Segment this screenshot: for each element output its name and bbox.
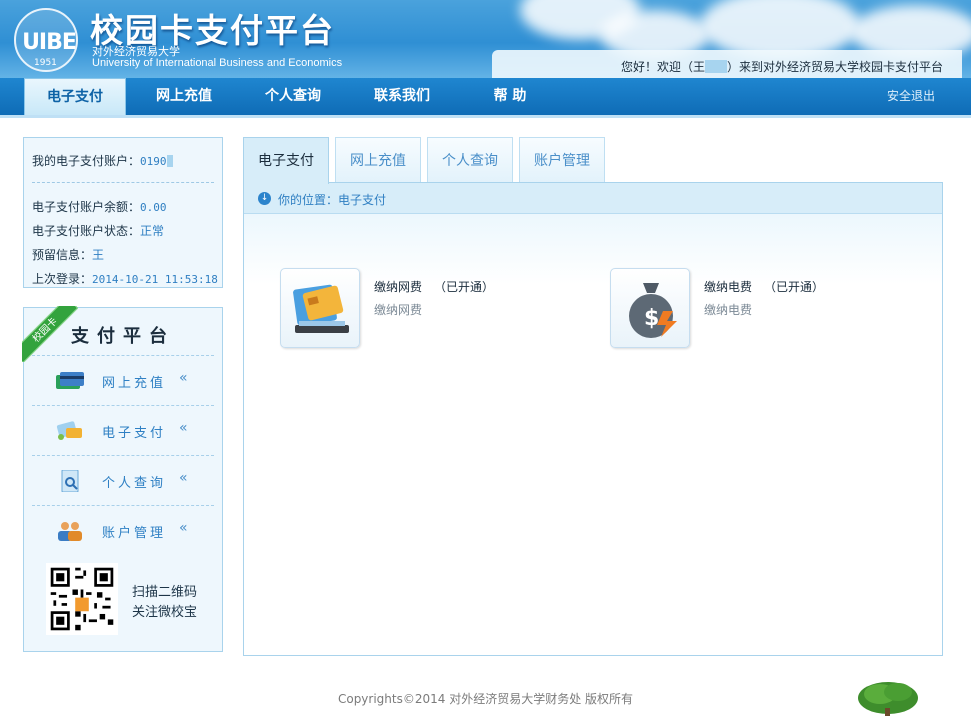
main-nav: 电子支付 网上充值 个人查询 联系我们 帮 助 安全退出	[0, 78, 971, 118]
divider	[32, 182, 214, 183]
account-number-label: 我的电子支付账户：	[32, 154, 141, 168]
double-chevron-left-icon: «	[179, 520, 188, 536]
double-chevron-left-icon: «	[179, 370, 188, 386]
balance-value: 0.00	[140, 201, 167, 214]
side-menu-query[interactable]: 个人查询 «	[32, 455, 214, 505]
header-banner: UIBE 1951 校园卡支付平台 对外经济贸易大学 University of…	[0, 0, 971, 78]
location-text: 你的位置：电子支付	[278, 193, 387, 207]
nav-item-help[interactable]: 帮 助	[462, 78, 558, 115]
service-title: 缴纳电费	[704, 280, 753, 294]
tab-query[interactable]: 个人查询	[427, 137, 513, 183]
search-document-icon	[61, 470, 79, 492]
balance-row: 电子支付账户余额：0.00	[32, 198, 167, 215]
network-card-graphic	[293, 284, 349, 333]
side-menu-recharge[interactable]: 网上充值 «	[32, 355, 214, 405]
reserved-info-value: 王	[92, 248, 105, 262]
status-label: 电子支付账户状态：	[32, 224, 141, 238]
nav-item-contact[interactable]: 联系我们	[354, 78, 450, 115]
service-status: （已开通）	[434, 280, 495, 294]
university-name-en: University of International Business and…	[92, 57, 343, 69]
money-bag-graphic: $	[629, 283, 677, 338]
side-menu-label: 网上充值	[102, 376, 167, 391]
side-menu-label: 电子支付	[102, 426, 167, 441]
account-info-panel: 我的电子支付账户：0190 电子支付账户余额：0.00 电子支付账户状态：正常 …	[23, 137, 223, 288]
down-arrow-circle-icon: ↓	[258, 192, 271, 205]
side-menu-label: 账户管理	[102, 526, 167, 541]
card-icon	[56, 372, 84, 389]
side-menu-account[interactable]: 账户管理 «	[32, 505, 214, 555]
welcome-message: 您好！欢迎（王 ）来到对外经济贸易大学校园卡支付平台	[621, 58, 943, 75]
account-number-row: 我的电子支付账户：0190	[32, 152, 173, 169]
tab-account[interactable]: 账户管理	[519, 137, 605, 183]
double-chevron-left-icon: «	[179, 470, 188, 486]
double-chevron-left-icon: «	[179, 420, 188, 436]
users-icon	[58, 522, 82, 541]
service-name: 缴纳电费 （已开通）	[704, 278, 824, 295]
service-desc: 缴纳电费	[704, 303, 753, 317]
logout-link[interactable]: 安全退出	[887, 78, 935, 115]
last-login-value: 2014-10-21 11:53:18	[92, 273, 218, 286]
status-value: 正常	[140, 224, 165, 238]
network-card-icon[interactable]	[280, 268, 360, 348]
status-row: 电子支付账户状态：正常	[32, 222, 164, 239]
nav-item-query[interactable]: 个人查询	[245, 78, 341, 115]
payment-icon	[56, 421, 82, 440]
last-login-row: 上次登录：2014-10-21 11:53:18	[32, 270, 218, 287]
service-desc: 缴纳网费	[374, 303, 423, 317]
nav-item-recharge[interactable]: 网上充值	[136, 78, 232, 115]
platform-title: 支付平台	[71, 326, 175, 347]
page: UIBE 1951 校园卡支付平台 对外经济贸易大学 University of…	[0, 0, 971, 716]
balance-label: 电子支付账户余额：	[32, 200, 141, 214]
tree-decoration	[858, 682, 918, 716]
redacted-account	[166, 155, 173, 167]
qr-caption-line1: 扫描二维码	[132, 585, 198, 600]
logo-text: UIBE	[22, 30, 77, 55]
logo-year: 1951	[34, 58, 57, 68]
location-bar: ↓ 你的位置：电子支付	[244, 183, 942, 214]
platform-menu-panel: 校园卡 支付平台 网上充值 « 电子支付 « 个人查询 « 账户管理 « 扫描二…	[22, 306, 223, 652]
money-bag-electric-icon[interactable]: $	[610, 268, 690, 348]
service-status: （已开通）	[764, 280, 825, 294]
service-title: 缴纳网费	[374, 280, 423, 294]
qr-caption-line2: 关注微校宝	[132, 605, 198, 620]
welcome-suffix: ）来到对外经济贸易大学校园卡支付平台	[726, 60, 943, 74]
tab-recharge[interactable]: 网上充值	[335, 137, 421, 183]
account-number-value: 0190	[140, 155, 167, 168]
main-content: ↓ 你的位置：电子支付 缴纳网费 （已开通） 缴纳网费 $ 缴纳电费 （已开通）…	[243, 182, 943, 656]
tab-epay[interactable]: 电子支付	[243, 137, 329, 184]
nav-item-epay[interactable]: 电子支付	[24, 78, 126, 115]
redacted-name	[704, 60, 727, 73]
service-electricity-fee[interactable]: $ 缴纳电费 （已开通） 缴纳电费	[610, 268, 910, 348]
svg-text:$: $	[644, 306, 659, 331]
reserved-info-row: 预留信息：王	[32, 246, 104, 263]
side-menu-epay[interactable]: 电子支付 «	[32, 405, 214, 455]
last-login-label: 上次登录：	[32, 272, 93, 286]
footer-copyright: Copyrights©2014 对外经济贸易大学财务处 版权所有	[337, 692, 634, 706]
qr-code	[46, 563, 118, 635]
service-network-fee[interactable]: 缴纳网费 （已开通） 缴纳网费	[280, 268, 580, 348]
service-name: 缴纳网费 （已开通）	[374, 278, 494, 295]
reserved-info-label: 预留信息：	[32, 248, 93, 262]
welcome-prefix: 您好！欢迎（王	[620, 60, 705, 74]
side-menu-label: 个人查询	[102, 476, 167, 491]
